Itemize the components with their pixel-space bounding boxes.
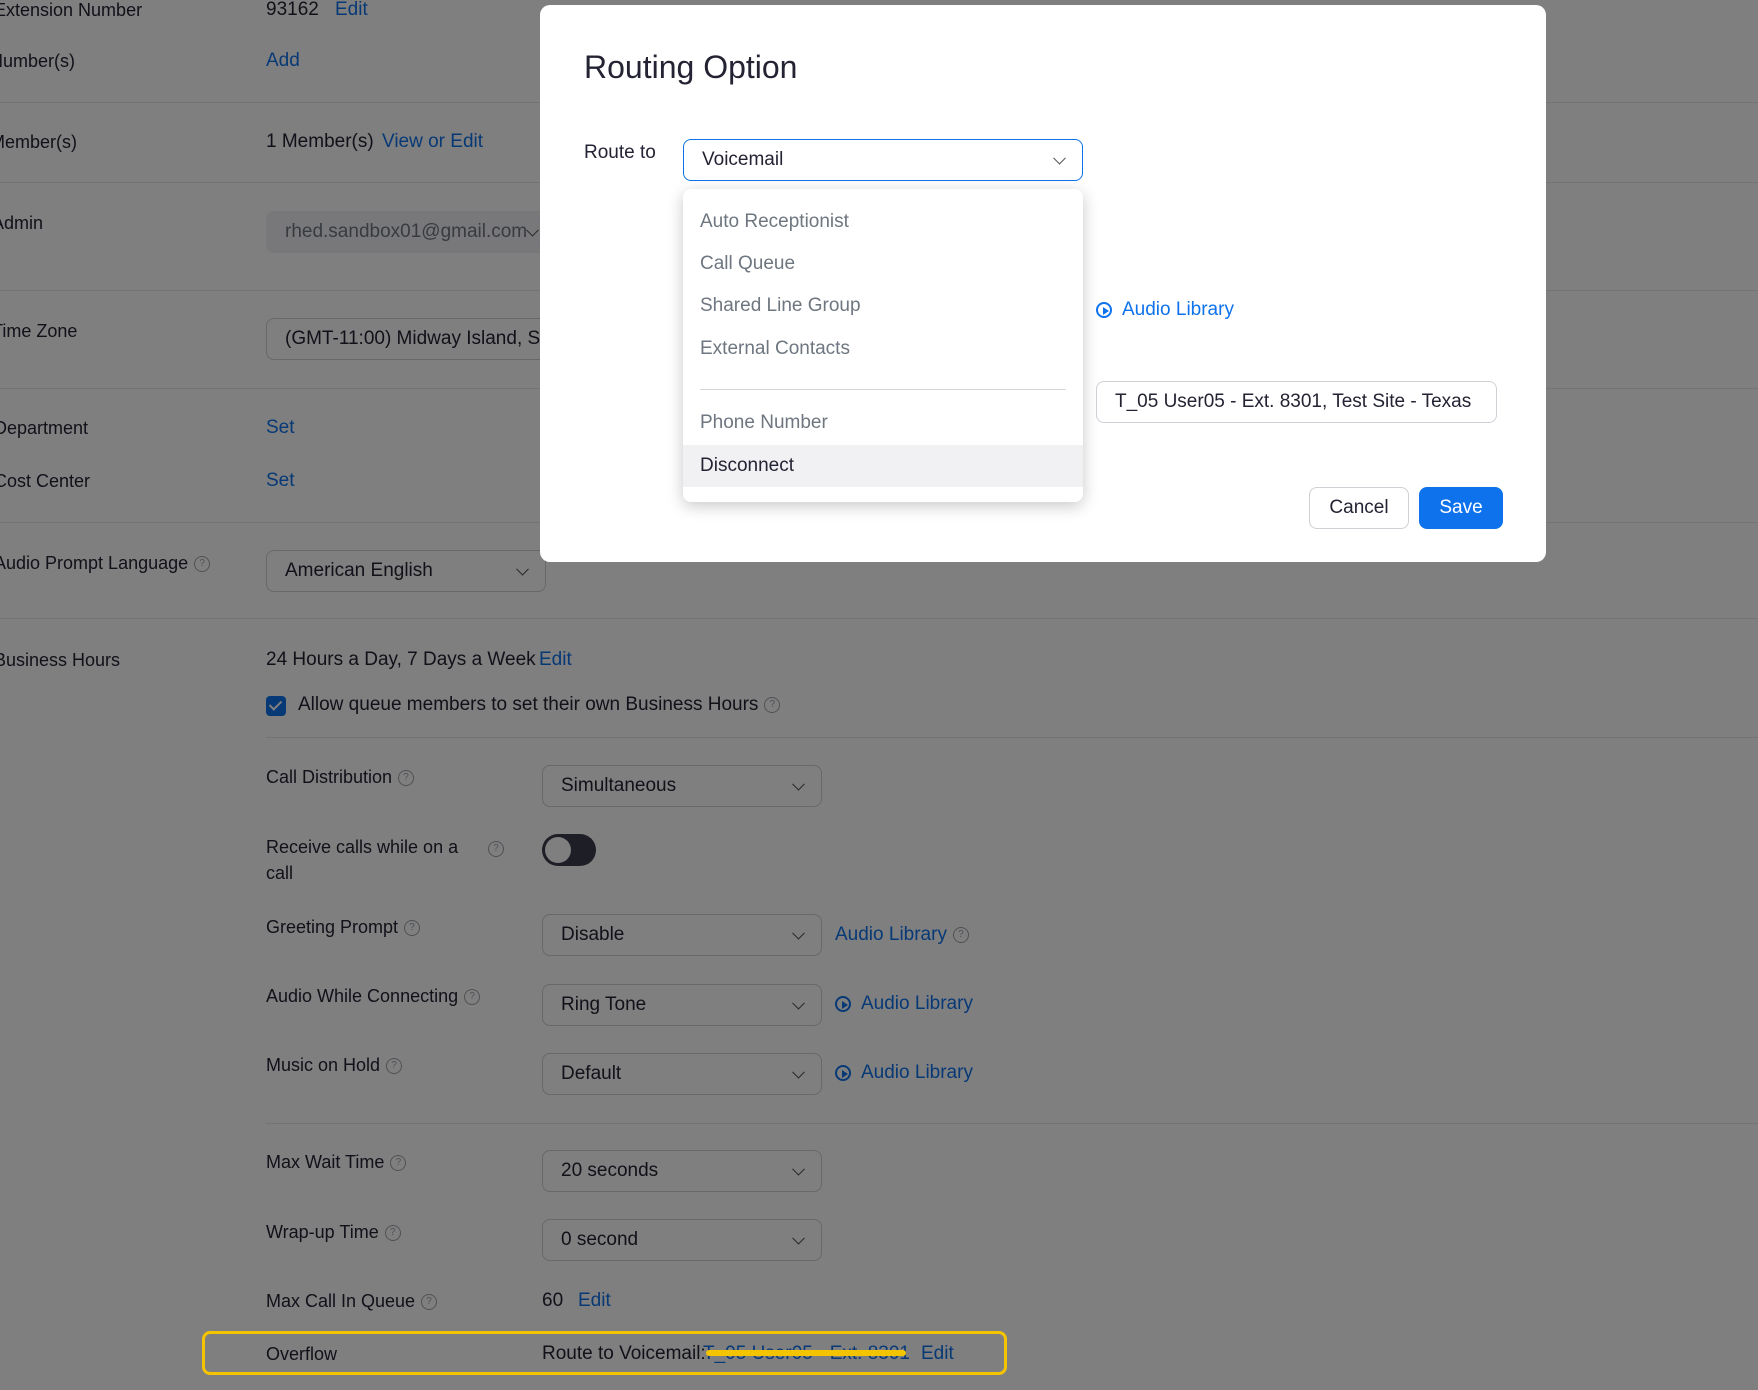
route-to-value: Voicemail [702, 149, 784, 170]
cancel-button[interactable]: Cancel [1309, 487, 1409, 529]
option-call-queue[interactable]: Call Queue [683, 243, 1083, 285]
play-circle-icon [1096, 301, 1112, 318]
option-phone-number[interactable]: Phone Number [683, 402, 1083, 444]
dialog-audio-library-link[interactable]: Audio Library [1096, 299, 1234, 321]
dialog-audio-library-text: Audio Library [1122, 299, 1234, 320]
route-to-dropdown-menu: Auto Receptionist Call Queue Shared Line… [683, 189, 1083, 502]
voicemail-target-field[interactable]: T_05 User05 - Ext. 8301, Test Site - Tex… [1096, 381, 1497, 423]
chevron-down-icon [1053, 151, 1066, 165]
option-auto-receptionist[interactable]: Auto Receptionist [683, 201, 1083, 243]
routing-option-dialog: Routing Option Route to Voicemail Auto R… [540, 5, 1546, 562]
option-external-contacts[interactable]: External Contacts [683, 328, 1083, 370]
option-disconnect[interactable]: Disconnect [683, 445, 1083, 487]
route-to-select[interactable]: Voicemail [683, 139, 1083, 181]
route-to-label: Route to [584, 142, 656, 163]
redaction-strike [706, 1350, 906, 1356]
save-button[interactable]: Save [1419, 487, 1503, 529]
menu-divider [700, 389, 1066, 390]
option-shared-line-group[interactable]: Shared Line Group [683, 285, 1083, 327]
dialog-title: Routing Option [584, 49, 798, 85]
